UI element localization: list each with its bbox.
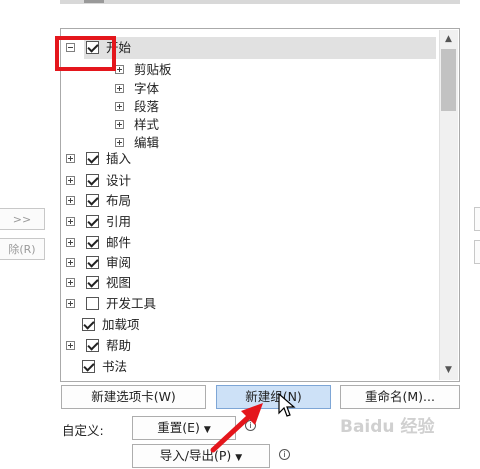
top-cropped-item [84, 0, 104, 3]
checkbox-icon[interactable] [85, 236, 99, 249]
checkbox-icon[interactable] [82, 360, 95, 373]
tree-subitem-styles[interactable]: 样式 [115, 114, 159, 134]
mouse-pointer-icon [278, 393, 296, 417]
tree-item-mailings[interactable]: 邮件 [66, 232, 131, 252]
checkbox-icon[interactable] [85, 339, 99, 352]
tree-item-view[interactable]: 视图 [66, 272, 131, 292]
tree-item-references[interactable]: 引用 [66, 211, 131, 231]
annotation-highlight-box [55, 36, 116, 71]
expand-icon[interactable] [115, 65, 124, 74]
checkbox-icon[interactable] [85, 256, 99, 269]
move-up-button[interactable] [474, 207, 480, 231]
new-tab-button[interactable]: 新建选项卡(W) [61, 385, 206, 409]
expand-icon[interactable] [115, 84, 124, 93]
tree-item-help[interactable]: 帮助 [66, 335, 131, 355]
info-icon: i [279, 449, 290, 460]
rename-button[interactable]: 重命名(M)... [340, 385, 460, 409]
tree-item-design[interactable]: 设计 [66, 170, 131, 190]
scrollbar-thumb[interactable] [441, 49, 456, 111]
tree-item-insert[interactable]: 插入 [66, 148, 131, 168]
watermark: Baidu 经验 [340, 417, 435, 437]
expand-icon[interactable] [115, 138, 124, 147]
reset-label: 重置(E) [157, 420, 200, 435]
move-down-button[interactable] [474, 240, 480, 264]
expand-icon[interactable] [115, 120, 124, 129]
checkbox-icon[interactable] [85, 152, 99, 165]
expand-icon[interactable] [66, 154, 75, 163]
remove-button[interactable]: 除(R) [0, 238, 45, 260]
expand-icon[interactable] [66, 299, 75, 308]
checkbox-icon[interactable] [82, 318, 95, 331]
expand-icon[interactable] [66, 278, 75, 287]
checkbox-icon[interactable] [85, 276, 99, 289]
top-panel-edge [60, 0, 460, 4]
selected-row-highlight [84, 37, 436, 59]
expand-icon[interactable] [66, 176, 75, 185]
tree-item-review[interactable]: 审阅 [66, 252, 131, 272]
tree-subitem-paragraph[interactable]: 段落 [115, 96, 159, 116]
add-button[interactable]: >> [0, 208, 45, 230]
tree-item-developer[interactable]: 开发工具 [66, 293, 156, 313]
customize-label: 自定义: [62, 423, 104, 438]
tree-item-layout[interactable]: 布局 [66, 190, 131, 210]
up-arrow-icon[interactable]: ▲ [441, 31, 456, 47]
expand-icon[interactable] [66, 238, 75, 247]
expand-icon[interactable] [115, 102, 124, 111]
tree-subitem-font[interactable]: 字体 [115, 78, 159, 98]
checkbox-icon[interactable] [85, 194, 99, 207]
expand-icon[interactable] [66, 258, 75, 267]
expand-icon[interactable] [66, 217, 75, 226]
tree-item-calligraphy[interactable]: 书法 [82, 356, 127, 376]
tree-item-addins[interactable]: 加载项 [82, 314, 140, 334]
checkbox-icon[interactable] [85, 215, 99, 228]
tree-subitem-clipboard[interactable]: 剪贴板 [115, 59, 172, 79]
checkbox-icon[interactable] [85, 174, 99, 187]
down-arrow-icon[interactable]: ▼ [441, 362, 456, 378]
expand-icon[interactable] [66, 196, 75, 205]
red-arrow-icon [210, 403, 263, 453]
expand-icon[interactable] [66, 341, 75, 350]
checkbox-icon[interactable] [85, 297, 99, 310]
